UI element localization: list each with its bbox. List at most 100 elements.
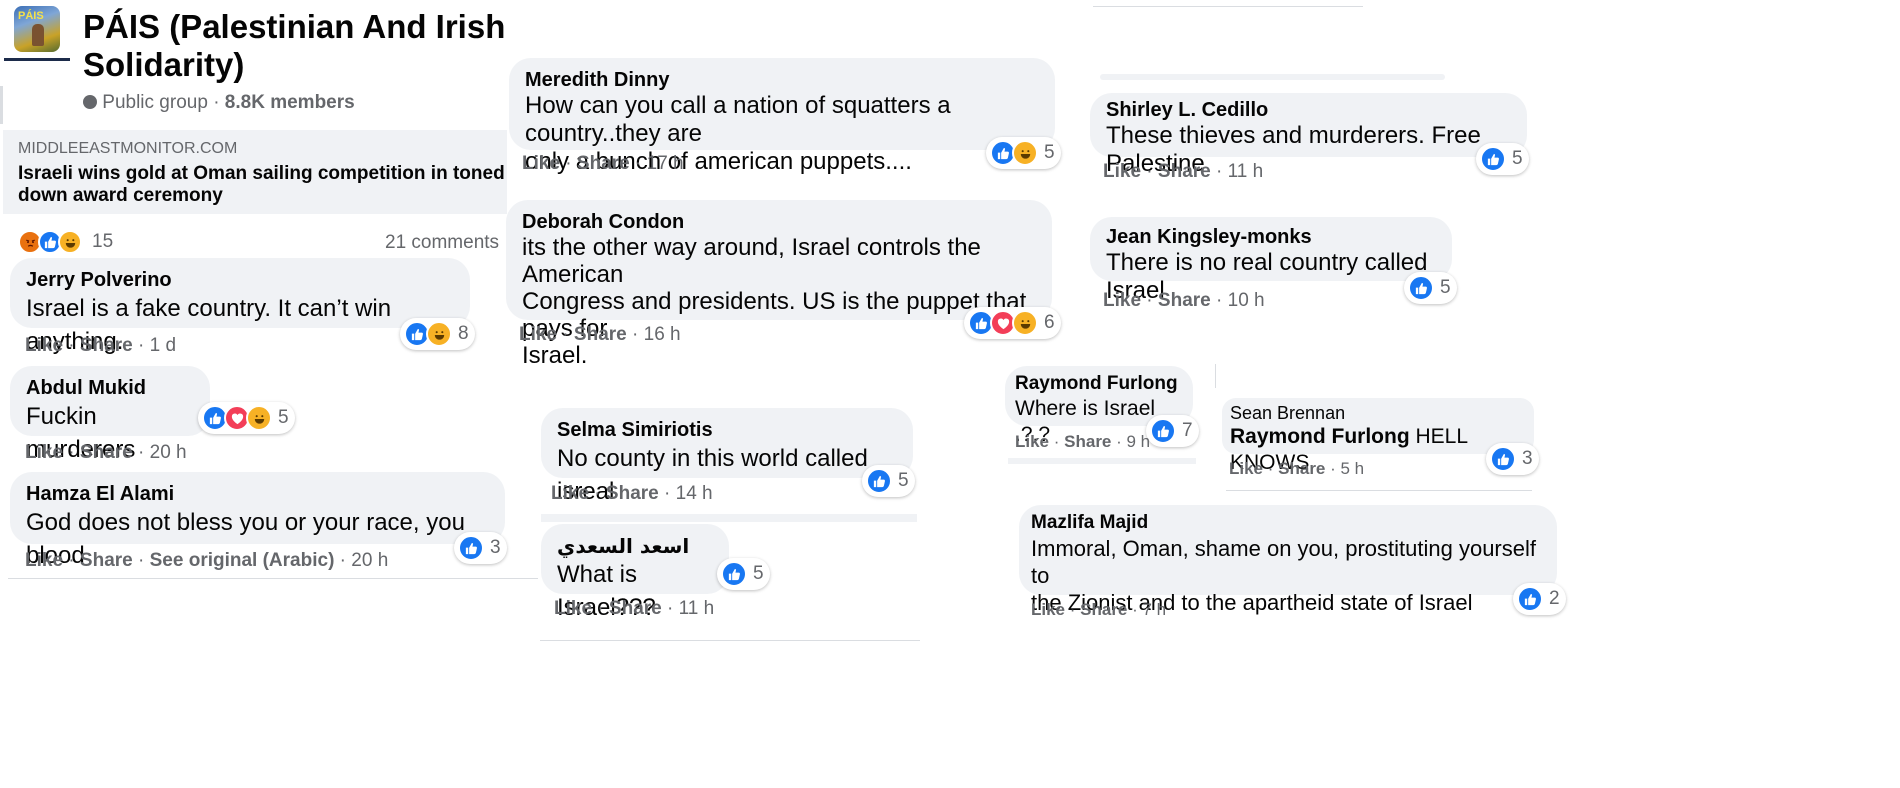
comment-actions: Like · Share · 5 h bbox=[1229, 459, 1365, 478]
comment-bubble: Jean Kingsley-monks There is no real cou… bbox=[1090, 217, 1452, 304]
comment-reactions[interactable]: 5 bbox=[862, 465, 915, 497]
haha-reaction-icon bbox=[58, 230, 82, 254]
comment-time[interactable]: 7 h bbox=[1143, 600, 1167, 619]
like-button[interactable]: Like bbox=[1015, 432, 1049, 451]
divider bbox=[1008, 458, 1196, 464]
comment-time[interactable]: 14 h bbox=[676, 483, 713, 504]
like-button[interactable]: Like bbox=[519, 324, 557, 345]
like-button[interactable]: Like bbox=[25, 442, 63, 463]
share-button[interactable]: Share bbox=[80, 335, 133, 356]
share-button[interactable]: Share bbox=[1158, 161, 1211, 182]
haha-reaction-icon bbox=[1012, 310, 1038, 336]
like-button[interactable]: Like bbox=[1103, 161, 1141, 182]
group-avatar[interactable]: PÁIS bbox=[14, 6, 60, 52]
like-button[interactable]: Like bbox=[551, 483, 589, 504]
like-button[interactable]: Like bbox=[1031, 600, 1065, 619]
comment-author[interactable]: Abdul Mukid bbox=[26, 376, 196, 400]
share-button[interactable]: Share bbox=[574, 324, 627, 345]
see-original-button[interactable]: See original (Arabic) bbox=[150, 550, 335, 571]
comment-reactions[interactable]: 5 bbox=[198, 402, 295, 434]
comment-reactions[interactable]: 3 bbox=[1486, 443, 1539, 475]
comment-time[interactable]: 17 h bbox=[647, 153, 684, 174]
divider bbox=[540, 640, 920, 641]
like-button[interactable]: Like bbox=[1103, 290, 1141, 311]
like-reaction-icon bbox=[1490, 446, 1516, 472]
comment-count[interactable]: 21 comments 1 bbox=[385, 232, 521, 254]
comment-bubble: اسعد السعدي What is Israel??? bbox=[541, 524, 729, 621]
like-button[interactable]: Like bbox=[25, 550, 63, 571]
comment-bubble: Meredith Dinny How can you call a nation… bbox=[509, 58, 1055, 175]
share-button[interactable]: Share bbox=[1158, 290, 1211, 311]
flag-figure-icon bbox=[32, 24, 44, 46]
like-button[interactable]: Like bbox=[25, 335, 63, 356]
comment-reactions[interactable]: 7 bbox=[1146, 415, 1199, 447]
share-button[interactable]: Share bbox=[606, 483, 659, 504]
share-button[interactable]: Share bbox=[80, 442, 133, 463]
comment-author[interactable]: Jean Kingsley-monks bbox=[1106, 225, 1438, 249]
divider bbox=[541, 514, 917, 522]
share-button[interactable]: Share bbox=[1278, 459, 1325, 478]
comment-time[interactable]: 1 d bbox=[150, 335, 176, 356]
like-button[interactable]: Like bbox=[554, 598, 592, 619]
haha-reaction-icon bbox=[1012, 140, 1038, 166]
comment-time[interactable]: 10 h bbox=[1228, 290, 1265, 311]
comment-reactions[interactable]: 8 bbox=[400, 318, 475, 350]
comment-author[interactable]: Jerry Polverino bbox=[26, 268, 456, 292]
comment-time[interactable]: 11 h bbox=[1228, 161, 1264, 182]
comment-actions: Like · Share · 11 h bbox=[554, 598, 715, 619]
like-reaction-icon bbox=[1150, 418, 1176, 444]
share-button[interactable]: Share bbox=[609, 598, 662, 619]
comment-bubble: Hamza El Alami God does not bless you or… bbox=[10, 472, 505, 569]
group-members: 8.8K members bbox=[224, 92, 355, 113]
share-button[interactable]: Share bbox=[1064, 432, 1111, 451]
comment-author[interactable]: Sean Brennan bbox=[1230, 402, 1526, 424]
comment-actions: Like · Share · 20 h bbox=[25, 442, 187, 463]
comment-author[interactable]: Raymond Furlong bbox=[1015, 372, 1183, 396]
comment-author[interactable]: Hamza El Alami bbox=[26, 482, 491, 506]
comment-reactions[interactable]: 5 bbox=[986, 137, 1061, 169]
comment-reactions[interactable]: 3 bbox=[454, 532, 507, 564]
comment-time[interactable]: 20 h bbox=[150, 442, 187, 463]
comment-actions: Like · Share · 10 h bbox=[1103, 290, 1265, 311]
comment-author[interactable]: Mazlifa Majid bbox=[1031, 511, 1545, 535]
comment-actions: Like · Share · 9 h bbox=[1015, 432, 1151, 451]
comment-time[interactable]: 5 h bbox=[1341, 459, 1365, 478]
comment-bubble: Selma Simiriotis No county in this world… bbox=[541, 408, 913, 505]
share-button[interactable]: Share bbox=[577, 153, 630, 174]
post-reactions-summary[interactable]: 15 bbox=[18, 230, 113, 254]
comment-time[interactable]: 20 h bbox=[351, 550, 388, 571]
mention-link[interactable]: Raymond Furlong bbox=[1230, 425, 1410, 448]
like-button[interactable]: Like bbox=[1229, 459, 1263, 478]
comment-author[interactable]: Meredith Dinny bbox=[525, 68, 1041, 92]
comment-time[interactable]: 16 h bbox=[644, 324, 681, 345]
comment-author[interactable]: Deborah Condon bbox=[522, 210, 1038, 234]
share-button[interactable]: Share bbox=[80, 550, 133, 571]
comment-reactions[interactable]: 6 bbox=[964, 307, 1061, 339]
comment-time[interactable]: 9 h bbox=[1127, 432, 1151, 451]
comment-reactions[interactable]: 2 bbox=[1513, 583, 1566, 615]
group-meta: Public group · 8.8K members bbox=[83, 92, 355, 114]
group-privacy: Public group bbox=[102, 92, 208, 113]
comment-reactions[interactable]: 5 bbox=[717, 558, 770, 590]
comment-bubble: Abdul Mukid Fuckin murderers bbox=[10, 366, 210, 463]
comment-time[interactable]: 11 h bbox=[679, 598, 715, 619]
comment-reactions[interactable]: 5 bbox=[1404, 272, 1457, 304]
like-reaction-icon bbox=[458, 535, 484, 561]
like-reaction-icon bbox=[721, 561, 747, 587]
like-button[interactable]: Like bbox=[522, 153, 560, 174]
comment-author[interactable]: Selma Simiriotis bbox=[557, 418, 899, 442]
comment-reactions[interactable]: 5 bbox=[1476, 143, 1529, 175]
comment-bubble: Jerry Polverino Israel is a fake country… bbox=[10, 258, 470, 355]
divider bbox=[1215, 364, 1216, 388]
comment-author[interactable]: Shirley L. Cedillo bbox=[1106, 98, 1513, 122]
reaction-count: 15 bbox=[92, 231, 114, 252]
like-reaction-icon bbox=[1480, 146, 1506, 172]
comment-actions: Like · Share · See original (Arabic) · 2… bbox=[25, 550, 389, 571]
group-name[interactable]: PÁIS (Palestinian And Irish Solidarity) bbox=[83, 8, 505, 84]
share-button[interactable]: Share bbox=[1080, 600, 1127, 619]
comment-author[interactable]: اسعد السعدي bbox=[557, 534, 715, 558]
article-link-card[interactable]: MIDDLEEASTMONITOR.COM Israeli wins gold … bbox=[3, 130, 507, 214]
like-reaction-icon bbox=[1408, 275, 1434, 301]
comment-text: its the other way around, Israel control… bbox=[522, 234, 1027, 369]
comment-actions: Like · Share · 7 h bbox=[1031, 600, 1167, 619]
